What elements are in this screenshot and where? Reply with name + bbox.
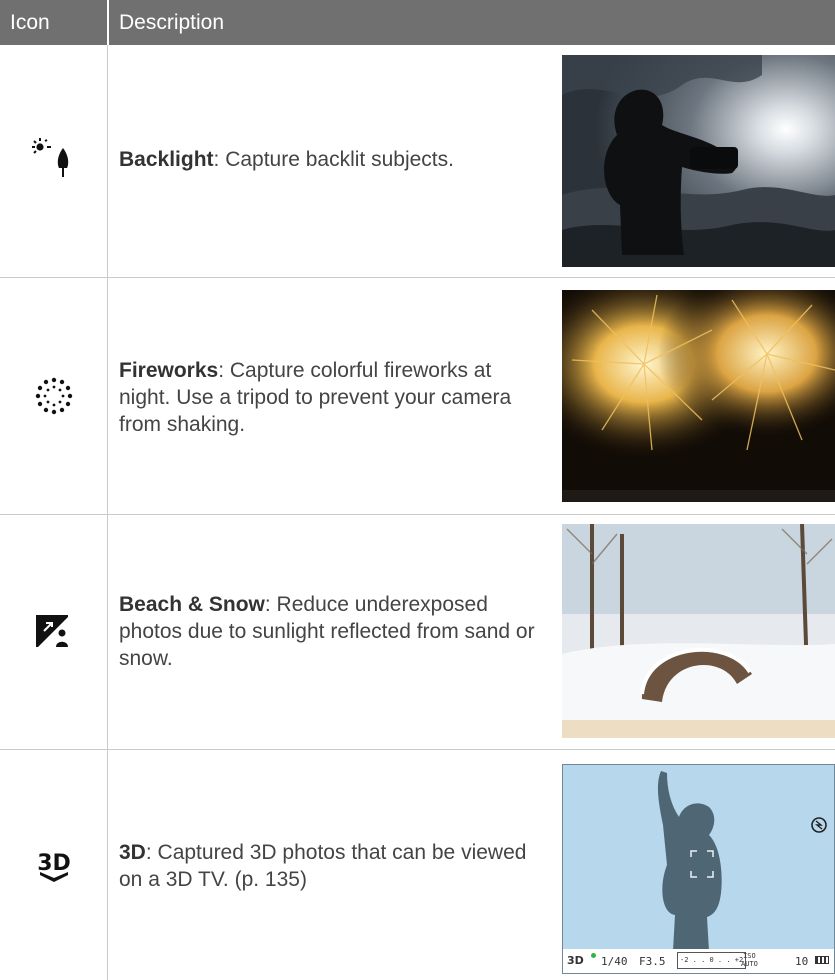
aperture-value: F3.5 [639,955,666,968]
header-separator [107,0,109,45]
svg-text:3D: 3D [37,851,71,876]
table-header: Icon Description [0,0,835,45]
3d-viewfinder-screen: 3D 1/40 F3.5 -2 . . 0 . . +2 ISO AUTO 10 [562,764,835,974]
row-description: Fireworks: Capture colorful fireworks at… [119,357,539,438]
backlight-icon [30,134,78,182]
exposure-scale: -2 . . 0 . . +2 [677,952,747,969]
table-row: Beach & Snow: Reduce underexposed photos… [0,515,835,749]
3d-mode-icon: 3D [567,954,584,967]
beach-snow-icon [30,605,78,653]
viewfinder-status-bar: 3D 1/40 F3.5 -2 . . 0 . . +2 ISO AUTO 10 [563,949,834,973]
header-description-label: Description [119,11,225,34]
term: 3D [119,841,146,864]
row-description: Beach & Snow: Reduce underexposed photos… [119,591,539,672]
shutter-speed: 1/40 [601,955,628,968]
fireworks-photo [562,290,835,502]
3d-icon: 3D [30,838,78,886]
row-description: 3D: Captured 3D photos that can be viewe… [119,839,539,893]
iso-label: ISO [743,952,756,960]
definition: : Captured 3D photos that can be viewed … [119,841,527,891]
snow-park-photo [562,524,835,738]
term: Fireworks [119,359,219,382]
shots-remaining: 10 [795,955,809,968]
battery-icon [815,956,829,964]
table-row: 3D 3D: Captured 3D photos that can be vi… [0,750,835,980]
fireworks-icon [30,372,78,420]
term: Beach & Snow [119,593,265,616]
row-description: Backlight: Capture backlit subjects. [119,146,539,173]
definition: : Capture backlit subjects. [213,148,454,171]
header-icon-label: Icon [10,11,50,34]
term: Backlight [119,148,214,171]
iso-indicator: ISO AUTO [741,952,758,968]
focus-indicator-icon [591,953,596,958]
backlit-silhouette-photo [562,55,835,267]
table-row: Backlight: Capture backlit subjects. [0,46,835,277]
table-row: Fireworks: Capture colorful fireworks at… [0,278,835,514]
iso-value: AUTO [741,960,758,968]
